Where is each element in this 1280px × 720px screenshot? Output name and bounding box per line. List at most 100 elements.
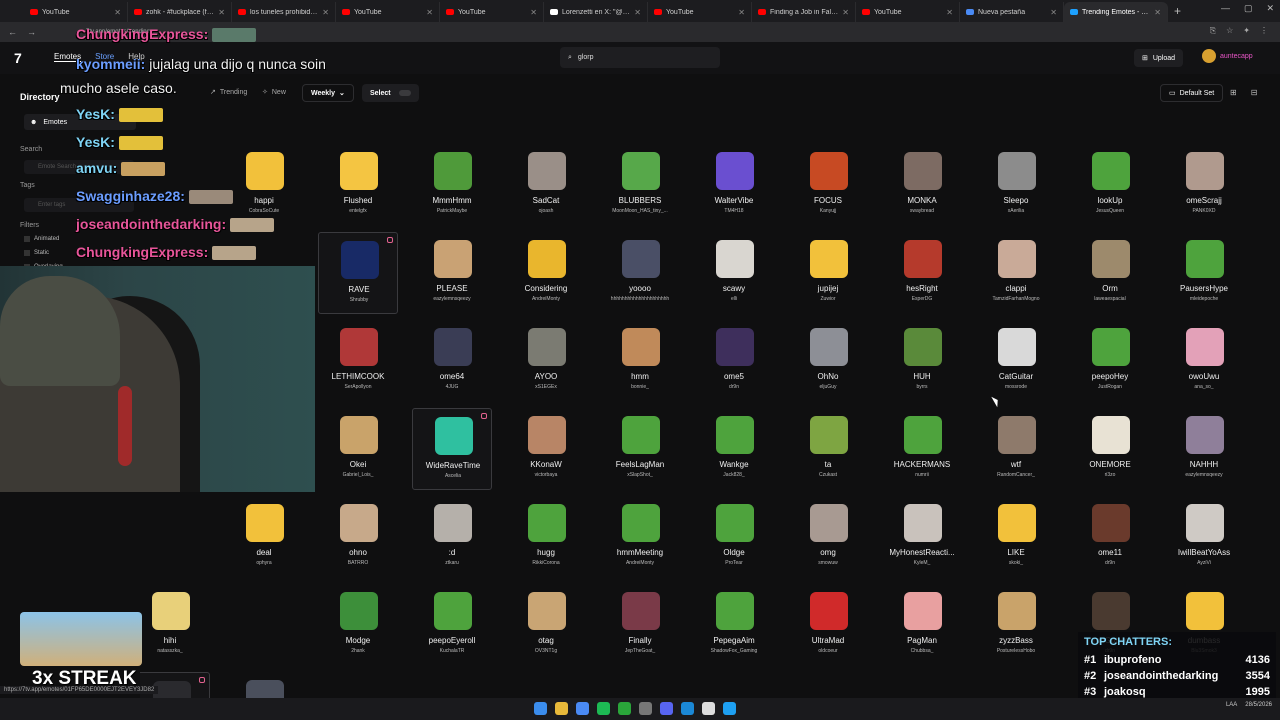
emote-card[interactable]: clappi TamzidFarhanMogno: [976, 232, 1056, 314]
emote-card[interactable]: MmmHmm PatrickMaybe: [412, 144, 492, 226]
browser-tab[interactable]: YouTube ✕: [856, 2, 960, 22]
steam-icon[interactable]: [681, 702, 694, 715]
emote-card[interactable]: Sleepo xAerilia: [976, 144, 1056, 226]
browser-tab[interactable]: YouTube ✕: [440, 2, 544, 22]
spotify-icon[interactable]: [597, 702, 610, 715]
user-menu[interactable]: auntecapp: [1202, 49, 1253, 63]
select-toggle[interactable]: Select: [362, 84, 419, 102]
emote-card[interactable]: Orm laweaespacial: [1070, 232, 1150, 314]
chrome-icon[interactable]: [576, 702, 589, 715]
tab-close-icon[interactable]: ✕: [1050, 8, 1057, 17]
tab-close-icon[interactable]: ✕: [322, 8, 329, 17]
forward-icon[interactable]: →: [27, 27, 36, 37]
emote-card[interactable]: ohno BATRRO: [318, 496, 398, 578]
browser-tab[interactable]: YouTube ✕: [648, 2, 752, 22]
emote-card[interactable]: jupijej Zuwior: [788, 232, 868, 314]
maximize-icon[interactable]: ▢: [1244, 3, 1253, 14]
grid-view-icon[interactable]: ⊞: [1230, 88, 1237, 97]
emote-card[interactable]: MyHonestReacti... KyleM_: [882, 496, 962, 578]
extensions-icon[interactable]: ✦: [1243, 26, 1250, 36]
emote-card[interactable]: Okei Gabriel_Lois_: [318, 408, 398, 490]
emote-card[interactable]: scawy elli: [694, 232, 774, 314]
emote-card[interactable]: wtf RandomCancer_: [976, 408, 1056, 490]
notepad-icon[interactable]: [702, 702, 715, 715]
emote-card[interactable]: NAHHH eazylemnsqeezy: [1164, 408, 1244, 490]
emote-card[interactable]: HACKERMANS numrii: [882, 408, 962, 490]
emote-card[interactable]: FeelsLagMan xSlapShot_: [600, 408, 680, 490]
browser-tab[interactable]: zohk - #fuckplace (full di... ✕: [128, 2, 232, 22]
emote-card[interactable]: ONEMORE ri3zo: [1070, 408, 1150, 490]
browser-tab[interactable]: YouTube ✕: [24, 2, 128, 22]
windows-start-icon[interactable]: [534, 702, 547, 715]
file-explorer-icon[interactable]: [555, 702, 568, 715]
tab-close-icon[interactable]: ✕: [946, 8, 953, 17]
emote-card[interactable]: Modge 2hank: [318, 584, 398, 666]
emote-card[interactable]: owoUwu ana_so_: [1164, 320, 1244, 402]
emote-card[interactable]: hmmMeeting AndreiMonty: [600, 496, 680, 578]
pin-icon[interactable]: [481, 413, 487, 419]
toggle-switch[interactable]: [398, 90, 411, 96]
tab-close-icon[interactable]: ✕: [530, 8, 537, 17]
emote-card[interactable]: Considering AndreiMonty: [506, 232, 586, 314]
bookmark-icon[interactable]: ☆: [1226, 26, 1233, 36]
browser-tab[interactable]: Trending Emotes - 7TV ✕: [1064, 2, 1168, 22]
emote-card[interactable]: PepegaAim ShadowFox_Gaming: [694, 584, 774, 666]
emote-card[interactable]: FOCUS Kanyujj: [788, 144, 868, 226]
browser-tab[interactable]: los tuneles prohibidos de... ✕: [232, 2, 336, 22]
tab-close-icon[interactable]: ✕: [218, 8, 225, 17]
emote-card[interactable]: WalterVibe TM4H18: [694, 144, 774, 226]
emote-card[interactable]: LETHIMCOOK SerApollyon: [318, 320, 398, 402]
app-icon[interactable]: [723, 702, 736, 715]
emote-card[interactable]: yoooo hhhhhhhhhhhhhhhhhhhhh: [600, 232, 680, 314]
emote-card[interactable]: PLEASE eazylemnsqeezy: [412, 232, 492, 314]
tab-close-icon[interactable]: ✕: [426, 8, 433, 17]
compact-view-icon[interactable]: ⊟: [1251, 88, 1258, 97]
emote-card[interactable]: hugg RikkiCorona: [506, 496, 586, 578]
emote-card[interactable]: hmm bonnie_: [600, 320, 680, 402]
browser-tab[interactable]: Finding a Job in Fallout 3... ✕: [752, 2, 856, 22]
emote-card[interactable]: :d ztkaru: [412, 496, 492, 578]
emote-card[interactable]: omeScrajj PANK0XD: [1164, 144, 1244, 226]
obs-icon[interactable]: [639, 702, 652, 715]
emote-card[interactable]: BLUBBERS MoonMoon_HAS_tiny_...: [600, 144, 680, 226]
tab-close-icon[interactable]: ✕: [842, 8, 849, 17]
browser-tab[interactable]: Lorenzetti en X: "@matías... ✕: [544, 2, 648, 22]
emote-card[interactable]: otag OV3NT1g: [506, 584, 586, 666]
emote-card[interactable]: SadCat ojoash: [506, 144, 586, 226]
emote-card[interactable]: GotCaughtTrollinguncleeanbag: [224, 672, 304, 700]
emote-card[interactable]: CatGuitar mossrode: [976, 320, 1056, 402]
filter-static[interactable]: Static: [24, 250, 49, 256]
discord-icon[interactable]: [660, 702, 673, 715]
tab-close-icon[interactable]: ✕: [1154, 8, 1161, 17]
7tv-logo[interactable]: 7: [14, 50, 22, 66]
emote-card[interactable]: MONKA swaybread: [882, 144, 962, 226]
emote-card[interactable]: LIKE skoki_: [976, 496, 1056, 578]
emote-card[interactable]: ome11 dr9n: [1070, 496, 1150, 578]
emote-card[interactable]: hesRight EsperDG: [882, 232, 962, 314]
tab-close-icon[interactable]: ✕: [738, 8, 745, 17]
emote-card[interactable]: ome64 4JUG: [412, 320, 492, 402]
emote-card[interactable]: peepoEyeroll KuchalaTR: [412, 584, 492, 666]
tab-close-icon[interactable]: ✕: [634, 8, 641, 17]
emote-card[interactable]: WideRaveTime Ascelia: [412, 408, 492, 490]
emote-card[interactable]: IwillBeatYoAss AyziVi: [1164, 496, 1244, 578]
emote-card[interactable]: Finally JepTheGoat_: [600, 584, 680, 666]
emote-card[interactable]: peepoHey JustRogan: [1070, 320, 1150, 402]
emote-card[interactable]: OhNo eljuGuy: [788, 320, 868, 402]
emote-card[interactable]: lookUp JesusQueen: [1070, 144, 1150, 226]
emote-card[interactable]: ome5 dr9n: [694, 320, 774, 402]
emote-card[interactable]: zyzzBass PostureIessHobo: [976, 584, 1056, 666]
new-tab-icon[interactable]: +: [1174, 4, 1181, 18]
emote-card[interactable]: AYOO xS1EGEx: [506, 320, 586, 402]
back-icon[interactable]: ←: [8, 27, 17, 37]
emote-card[interactable]: omg smowuw: [788, 496, 868, 578]
browser-tab[interactable]: Nueva pestaña ✕: [960, 2, 1064, 22]
emote-card[interactable]: PausersHype mleidepoche: [1164, 232, 1244, 314]
language-indicator[interactable]: LAA: [1226, 702, 1237, 708]
close-icon[interactable]: ✕: [1266, 3, 1274, 14]
translate-icon[interactable]: ⎘: [1210, 26, 1216, 36]
emote-card[interactable]: deal ophyra: [224, 496, 304, 578]
emote-card[interactable]: Oldge ProTear: [694, 496, 774, 578]
pin-icon[interactable]: [199, 677, 205, 683]
browser-tab[interactable]: YouTube ✕: [336, 2, 440, 22]
